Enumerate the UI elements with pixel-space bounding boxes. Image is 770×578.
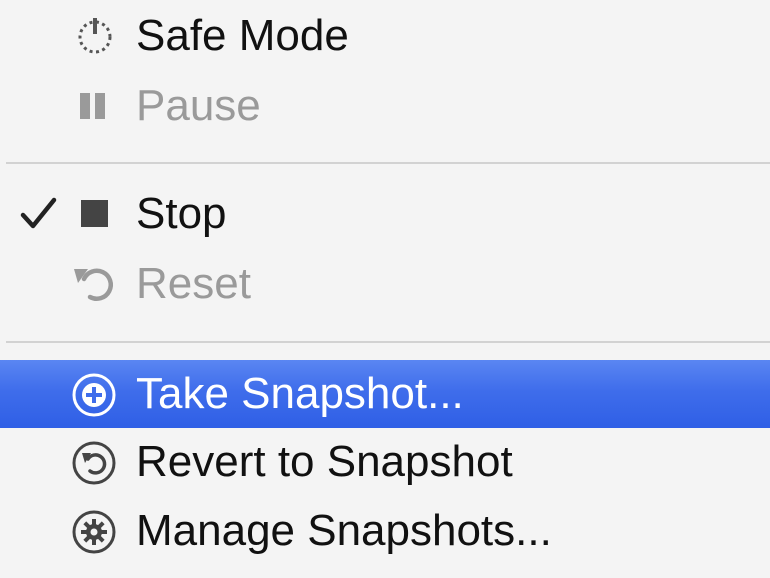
revert-snapshot-icon — [68, 435, 122, 489]
checkmark-icon — [18, 194, 58, 234]
reset-icon — [68, 257, 122, 311]
menu-item-stop[interactable]: Stop — [0, 180, 770, 248]
pause-icon — [68, 79, 122, 133]
vm-actions-menu: Safe Mode Pause Stop Reset Take Snapshot… — [0, 0, 770, 578]
menu-item-label: Pause — [136, 81, 261, 130]
manage-snapshots-icon — [68, 504, 122, 558]
menu-item-safe-mode[interactable]: Safe Mode — [0, 2, 770, 70]
menu-separator — [6, 341, 770, 343]
power-icon — [68, 9, 122, 63]
menu-item-label: Manage Snapshots... — [136, 506, 552, 555]
menu-separator — [6, 162, 770, 164]
menu-item-pause[interactable]: Pause — [0, 72, 770, 140]
menu-item-reset[interactable]: Reset — [0, 250, 770, 318]
menu-item-label: Reset — [136, 259, 251, 308]
stop-icon — [68, 187, 122, 241]
menu-item-label: Take Snapshot... — [136, 369, 464, 418]
take-snapshot-icon — [68, 367, 122, 421]
menu-item-manage-snapshots[interactable]: Manage Snapshots... — [0, 497, 770, 565]
menu-item-revert-to-snapshot[interactable]: Revert to Snapshot — [0, 428, 770, 496]
menu-item-label: Stop — [136, 189, 227, 238]
menu-item-take-snapshot[interactable]: Take Snapshot... — [0, 360, 770, 428]
menu-item-label: Revert to Snapshot — [136, 437, 513, 486]
menu-item-label: Safe Mode — [136, 11, 349, 60]
